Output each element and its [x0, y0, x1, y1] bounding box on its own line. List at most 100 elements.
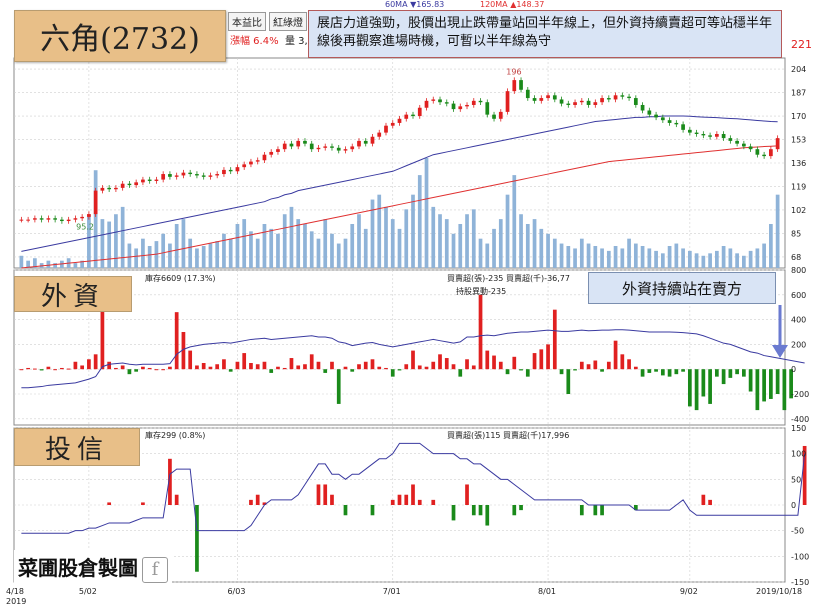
- candle-body: [384, 125, 388, 133]
- candle-body: [444, 102, 449, 104]
- candle-body: [235, 167, 240, 172]
- candle-body: [424, 100, 429, 108]
- candle-body: [282, 143, 287, 150]
- trust-bar: [579, 505, 584, 516]
- candle-body: [701, 133, 706, 136]
- volume-bar: [188, 238, 193, 268]
- candle-body: [539, 98, 544, 101]
- volume-bar: [498, 219, 503, 268]
- foreign-bar: [444, 358, 449, 370]
- volume-bar: [728, 248, 733, 268]
- candle-body: [512, 80, 517, 92]
- foreign-bar: [566, 369, 571, 394]
- foreign-bar: [593, 360, 598, 370]
- candle-body: [53, 218, 57, 220]
- candle-body: [714, 133, 719, 137]
- volume-bar: [681, 248, 685, 268]
- foreign-net: 買賣超(張)-235 買賣超(千)-36,77: [447, 274, 570, 283]
- candle-body: [519, 80, 523, 90]
- price-tick-label: 119: [791, 182, 806, 191]
- candle-body: [627, 96, 631, 99]
- candle-body: [188, 172, 193, 175]
- candle-body: [647, 110, 652, 115]
- volume-bar: [53, 263, 57, 268]
- volume-bar: [201, 246, 206, 268]
- volume-bar: [532, 219, 537, 268]
- trust-bar: [107, 502, 112, 505]
- foreign-label: 外資: [14, 276, 132, 312]
- foreign-bar: [161, 369, 166, 371]
- volume-bar: [222, 233, 226, 268]
- foreign-bar: [262, 361, 267, 370]
- foreign-bar: [195, 365, 199, 370]
- trust-bar: [485, 505, 490, 526]
- candle-body: [80, 216, 85, 219]
- foreign-tick-label: 200: [791, 340, 806, 349]
- price-tick-label: 102: [791, 206, 806, 215]
- volume-bar: [181, 219, 186, 268]
- volume-bar: [249, 231, 253, 268]
- foreign-bar: [654, 369, 658, 372]
- candle-body: [141, 179, 145, 183]
- candle-body: [228, 169, 233, 172]
- foreign-bar: [141, 366, 145, 370]
- candle-body: [633, 98, 638, 105]
- candle-body: [674, 122, 679, 125]
- volume-bar: [755, 248, 760, 268]
- foreign-bar: [120, 365, 125, 370]
- foreign-bar: [769, 369, 773, 399]
- foreign-bar: [498, 361, 503, 370]
- volume-bar: [546, 233, 550, 268]
- price-tick-label: 85: [791, 229, 801, 238]
- candle-body: [208, 175, 213, 177]
- foreign-bar: [228, 369, 233, 372]
- foreign-bar: [249, 363, 253, 370]
- foreign-bar: [357, 364, 361, 370]
- foreign-bar: [606, 361, 611, 370]
- candle-body: [654, 114, 658, 118]
- ma120-legend: 120MA ▲148.37: [480, 0, 545, 9]
- trust-bar: [330, 494, 334, 505]
- volume-bar: [343, 238, 348, 268]
- candle-body: [742, 143, 746, 147]
- foreign-bar: [748, 369, 753, 392]
- volume-bar: [654, 250, 658, 268]
- volume-bar: [674, 243, 679, 268]
- foreign-tick-label: -400: [791, 415, 809, 424]
- foreign-bar: [742, 369, 746, 377]
- volume-bar: [417, 175, 422, 268]
- trust-bar: [390, 499, 395, 505]
- foreign-bar: [323, 369, 328, 373]
- volume-bar: [552, 238, 557, 268]
- price-tick-label: 136: [791, 159, 806, 168]
- foreign-bar: [647, 369, 652, 373]
- volume-bar: [519, 214, 523, 268]
- foreign-tick-label: 400: [791, 316, 806, 325]
- price-tick-label: 68: [791, 253, 801, 262]
- foreign-bar: [255, 364, 260, 370]
- candle-body: [620, 95, 625, 97]
- tab-pe[interactable]: 本益比: [228, 12, 266, 31]
- candle-body: [127, 183, 132, 186]
- ma60-legend: 60MA ▼165.83: [385, 0, 445, 9]
- foreign-bar: [100, 310, 105, 370]
- volume-bar: [168, 243, 172, 268]
- foreign-bar: [66, 368, 71, 370]
- foreign-bar: [728, 369, 733, 378]
- brand-text: 菜圃股倉製圖: [18, 556, 138, 580]
- candle-body: [458, 106, 463, 110]
- foreign-bar: [417, 365, 422, 370]
- candle-body: [357, 140, 361, 147]
- foreign-bar: [370, 359, 375, 370]
- volume-bar: [721, 246, 726, 268]
- foreign-bar: [39, 369, 44, 371]
- foreign-bar: [201, 363, 206, 370]
- candle-body: [336, 147, 341, 151]
- foreign-bar: [573, 369, 577, 371]
- x-tick-label: 5/02: [79, 587, 97, 596]
- tab-traffic-light[interactable]: 紅綠燈: [269, 12, 307, 31]
- foreign-bar: [775, 369, 780, 394]
- high-annotation: 196: [506, 68, 521, 77]
- foreign-bar: [687, 369, 692, 407]
- foreign-bar: [532, 353, 537, 370]
